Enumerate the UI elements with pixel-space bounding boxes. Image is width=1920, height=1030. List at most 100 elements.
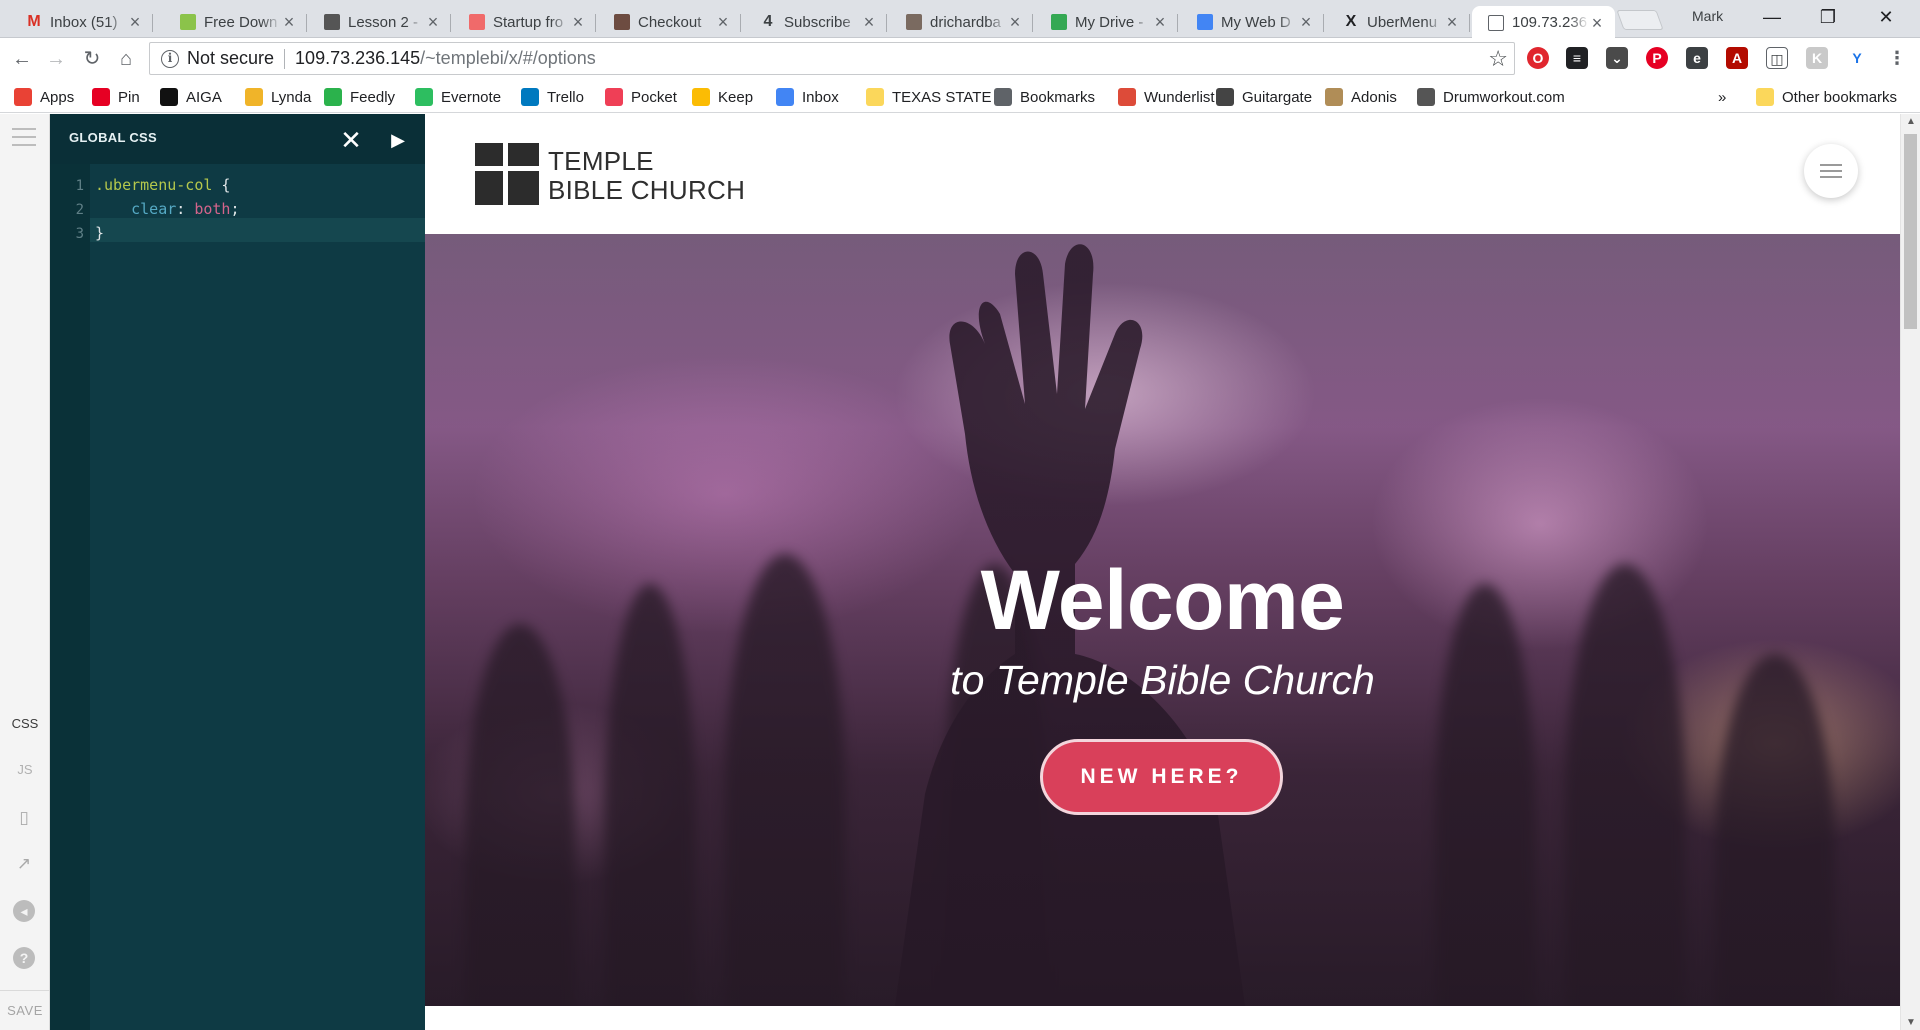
browser-tab[interactable]: M Inbox (51) × (10, 6, 153, 38)
tab-close-icon[interactable]: × (425, 13, 441, 31)
bookmark-star-icon[interactable]: ☆ (1488, 46, 1508, 72)
extension-y-icon[interactable]: Y (1846, 47, 1868, 69)
cross-logo-icon[interactable] (475, 143, 539, 205)
help-icon[interactable]: ? (13, 947, 35, 969)
bookmark-label: TEXAS STATE (892, 88, 992, 106)
tab-close-icon[interactable]: × (127, 13, 143, 31)
bookmark-item[interactable]: Adonis (1325, 86, 1397, 108)
other-bookmarks[interactable]: Other bookmarks (1756, 86, 1897, 108)
bookmark-item[interactable]: Apps (14, 86, 74, 108)
page-scrollbar[interactable]: ▲ ▼ (1900, 114, 1920, 1030)
pdf-icon[interactable]: A (1726, 47, 1748, 69)
save-button[interactable]: SAVE (0, 990, 50, 1018)
bookmark-item[interactable]: Wunderlist (1118, 86, 1215, 108)
bookmark-item[interactable]: Lynda (245, 86, 311, 108)
code-line-1[interactable]: .ubermenu-col { (95, 176, 230, 194)
reload-icon[interactable]: ↻ (78, 45, 106, 73)
security-label[interactable]: Not secure (187, 48, 274, 69)
bookmark-item[interactable]: Guitargate (1216, 86, 1312, 108)
profile-name[interactable]: Mark (1692, 8, 1723, 24)
tab-close-icon[interactable]: × (1589, 14, 1605, 32)
bookmark-item[interactable]: AIGA (160, 86, 222, 108)
bookmark-item[interactable]: Evernote (415, 86, 501, 108)
tab-separator (740, 14, 741, 32)
extension-k-icon[interactable]: K (1806, 47, 1828, 69)
address-bar[interactable]: i Not secure 109.73.236.145 /~templebi/x… (149, 42, 1515, 75)
opera-icon[interactable]: O (1527, 47, 1549, 69)
tab-close-icon[interactable]: × (281, 13, 297, 31)
code-line-3[interactable]: } (95, 224, 104, 242)
tab-close-icon[interactable]: × (1007, 13, 1023, 31)
x-logo-icon: X (1345, 13, 1357, 30)
bookmark-item[interactable]: Feedly (324, 86, 395, 108)
browser-tab[interactable]: My Web D × (1181, 6, 1324, 38)
pinterest-extension-icon[interactable]: P (1646, 47, 1668, 69)
tab-close-icon[interactable]: × (1152, 13, 1168, 31)
site-logo-text[interactable]: TEMPLE BIBLE CHURCH (548, 147, 745, 205)
google-docs-icon (1197, 14, 1213, 30)
bookmark-item[interactable]: TEXAS STATE (866, 86, 991, 108)
mobile-preview-icon[interactable]: ▯ (13, 807, 35, 829)
lynda-icon (245, 88, 263, 106)
scrollbar-thumb[interactable] (1904, 134, 1917, 329)
browser-tab[interactable]: My Drive - × (1035, 6, 1178, 38)
wunderlist-icon (1118, 88, 1136, 106)
bookmark-item[interactable]: Drumworkout.com (1417, 86, 1565, 108)
tab-title: Checkout (638, 13, 702, 31)
back-arrow-icon[interactable]: ← (8, 45, 36, 73)
bookmark-label: Apps (40, 88, 75, 106)
tab-close-icon[interactable]: × (1444, 13, 1460, 31)
close-window-icon[interactable]: ✕ (1871, 5, 1901, 29)
close-editor-icon[interactable]: ✕ (333, 122, 369, 158)
browser-tab[interactable]: 4 Subscribe × (744, 6, 887, 38)
url-host[interactable]: 109.73.236.145 (295, 48, 420, 69)
restore-icon[interactable]: ❐ (1813, 5, 1843, 29)
url-path[interactable]: /~templebi/x/#/options (420, 48, 596, 69)
css-tab[interactable]: CSS (0, 716, 50, 731)
run-play-icon[interactable]: ▶ (380, 122, 416, 158)
bookmarks-overflow-button[interactable]: » (1718, 86, 1726, 108)
site-menu-button[interactable] (1804, 144, 1858, 198)
new-tab-button[interactable] (1616, 10, 1664, 30)
tab-close-icon[interactable]: × (861, 13, 877, 31)
hamburger-menu-icon[interactable] (12, 128, 36, 152)
bookmark-item[interactable]: Inbox (776, 86, 839, 108)
browser-tab[interactable]: Lesson 2 - × (308, 6, 451, 38)
browser-tab[interactable]: Free Down × (164, 6, 307, 38)
minimize-icon[interactable]: — (1757, 5, 1787, 29)
evernote-extension-icon[interactable]: e (1686, 47, 1708, 69)
browser-tab[interactable]: Startup fro × (453, 6, 596, 38)
js-tab[interactable]: JS (0, 762, 50, 777)
bookmark-item[interactable]: Trello (521, 86, 584, 108)
info-icon[interactable]: i (161, 49, 179, 68)
chrome-menu-icon[interactable]: ⋮ (1886, 47, 1908, 69)
browser-tab[interactable]: Checkout × (598, 6, 741, 38)
tab-separator (450, 14, 451, 32)
collapse-left-icon[interactable]: ◂ (13, 900, 35, 922)
external-link-icon[interactable]: ↗ (13, 853, 35, 875)
code-line-2[interactable]: clear: both; (95, 200, 240, 218)
bookmark-item[interactable]: Keep (692, 86, 753, 108)
buffer-icon[interactable]: ≡ (1566, 47, 1588, 69)
forward-arrow-icon[interactable]: → (42, 45, 70, 73)
colon: : (176, 200, 195, 218)
home-icon[interactable]: ⌂ (112, 45, 140, 73)
browser-tab[interactable]: drichardba × (890, 6, 1033, 38)
tab-close-icon[interactable]: × (570, 13, 586, 31)
scroll-down-icon[interactable]: ▼ (1905, 1017, 1917, 1028)
new-here-button[interactable]: NEW HERE? (1040, 739, 1283, 815)
tab-close-icon[interactable]: × (715, 13, 731, 31)
tab-title: 109.73.236 (1512, 14, 1588, 31)
tab-close-icon[interactable]: × (1298, 13, 1314, 31)
bookmark-label: Inbox (802, 88, 839, 106)
bookmark-item[interactable]: Pin (92, 86, 140, 108)
scroll-up-icon[interactable]: ▲ (1905, 116, 1917, 127)
bookmark-item[interactable]: Bookmarks (994, 86, 1095, 108)
browser-tab[interactable]: X UberMenu × (1327, 6, 1470, 38)
bookmarks-bar: Apps Pin AIGA Lynda Feedly Evernote Trello Pock… (0, 80, 1920, 113)
semicolon: ; (230, 200, 240, 218)
cast-icon[interactable]: ◫ (1766, 47, 1788, 69)
pocket-extension-icon[interactable]: ⌄ (1606, 47, 1628, 69)
bookmark-item[interactable]: Pocket (605, 86, 677, 108)
browser-tab[interactable]: 109.73.236 × (1472, 6, 1615, 39)
